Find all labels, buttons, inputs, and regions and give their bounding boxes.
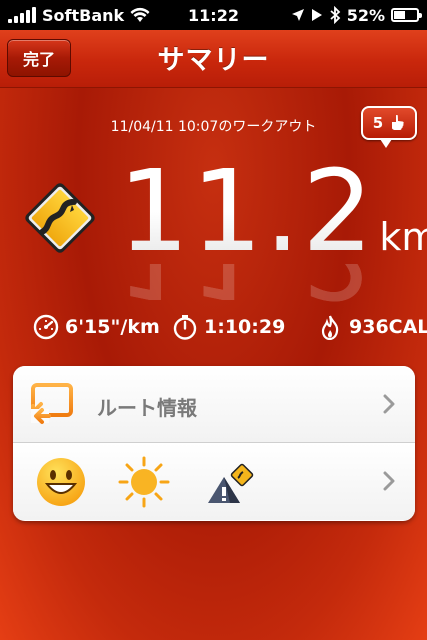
pace-value: 6'15"/km	[65, 316, 160, 338]
status-left: SoftBank	[8, 6, 150, 25]
battery-icon	[391, 8, 422, 22]
sun-icon	[118, 456, 170, 508]
calories-value: 936CAL	[349, 316, 427, 338]
wifi-icon	[130, 7, 150, 22]
summary-panel: 11/04/11 10:07のワークアウト 5 11.2 km 11.2	[0, 88, 427, 640]
status-bar: SoftBank 11:22 52%	[0, 0, 427, 30]
play-icon	[311, 9, 322, 21]
battery-level	[394, 11, 405, 19]
status-right: 52%	[291, 5, 422, 25]
details-card: ルート情報	[13, 366, 415, 521]
route-info-row[interactable]: ルート情報	[13, 366, 415, 443]
terrain-icon	[208, 463, 254, 503]
winding-road-sign-icon	[25, 183, 95, 253]
distance-value: 11.2	[118, 147, 376, 277]
thumbs-up-icon	[392, 114, 404, 130]
chevron-right-icon	[383, 394, 395, 414]
likes-count: 5	[372, 114, 384, 132]
duration-stat: 1:10:29	[172, 311, 285, 343]
speedometer-icon	[33, 314, 59, 340]
smile-face-icon	[37, 458, 85, 506]
calories-stat: 936CAL	[317, 311, 427, 343]
chevron-right-icon	[383, 471, 395, 491]
location-arrow-icon	[291, 9, 304, 21]
conditions-row[interactable]	[13, 443, 415, 520]
likes-badge[interactable]: 5	[361, 106, 417, 148]
carrier-name: SoftBank	[42, 5, 125, 25]
route-screen-icon	[31, 383, 73, 424]
pace-stat: 6'15"/km	[33, 311, 160, 343]
stopwatch-icon	[173, 315, 197, 340]
route-info-label: ルート情報	[97, 396, 197, 420]
battery-percent: 52%	[346, 5, 385, 25]
duration-value: 1:10:29	[204, 316, 286, 338]
flame-icon	[321, 315, 339, 340]
bluetooth-icon	[330, 6, 341, 24]
signal-bars-icon	[8, 7, 36, 23]
page-title: サマリー	[157, 45, 270, 76]
stats-row: 6'15"/km 1:10:29 936CAL	[0, 311, 427, 343]
distance-unit: km	[379, 215, 427, 259]
navigation-bar: 完了 サマリー	[0, 30, 427, 88]
distance-display: 11.2 km	[118, 156, 427, 286]
